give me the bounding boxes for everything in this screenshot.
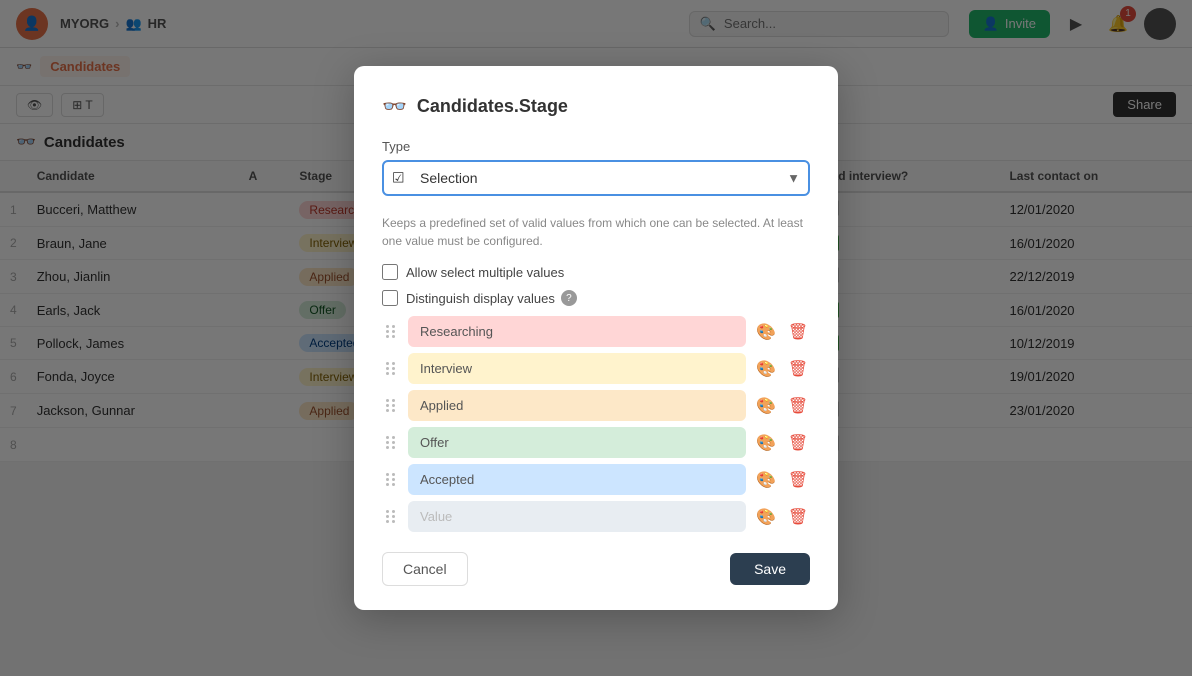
type-label: Type <box>382 139 810 154</box>
type-select-wrapper: ☑ Selection Text Number Date Checkbox ▼ <box>382 160 810 196</box>
drag-handle[interactable] <box>382 321 400 342</box>
modal-title-text: Candidates.Stage <box>417 96 568 117</box>
color-picker-button[interactable]: 🎨 <box>754 357 778 381</box>
values-list: 🎨 🗑 🎨 🗑 🎨 🗑 <box>382 316 810 532</box>
color-picker-button[interactable]: 🎨 <box>754 468 778 492</box>
color-picker-button[interactable]: 🎨 <box>754 431 778 455</box>
value-input-5[interactable] <box>408 501 746 532</box>
cancel-button[interactable]: Cancel <box>382 552 468 586</box>
drag-handle[interactable] <box>382 395 400 416</box>
color-picker-button[interactable]: 🎨 <box>754 394 778 418</box>
value-input-2[interactable] <box>408 390 746 421</box>
select-icon: ☑ <box>392 170 405 187</box>
modal-icon: 👓 <box>382 94 407 119</box>
value-input-3[interactable] <box>408 427 746 458</box>
drag-handle[interactable] <box>382 358 400 379</box>
delete-value-button[interactable]: 🗑 <box>786 505 810 529</box>
distinguish-label[interactable]: Distinguish display values ? <box>406 290 577 306</box>
value-row: 🎨 🗑 <box>382 464 810 495</box>
modal-overlay: 👓 Candidates.Stage Type ☑ Selection Text… <box>0 0 1192 676</box>
type-description: Keeps a predefined set of valid values f… <box>382 214 810 250</box>
value-input-4[interactable] <box>408 464 746 495</box>
allow-multiple-row: Allow select multiple values <box>382 264 810 280</box>
drag-handle[interactable] <box>382 469 400 490</box>
modal-dialog: 👓 Candidates.Stage Type ☑ Selection Text… <box>354 66 838 610</box>
save-button[interactable]: Save <box>730 553 810 585</box>
value-row: 🎨 🗑 <box>382 390 810 421</box>
value-row: 🎨 🗑 <box>382 353 810 384</box>
delete-value-button[interactable]: 🗑 <box>786 394 810 418</box>
modal-footer: Cancel Save <box>382 552 810 586</box>
distinguish-row: Distinguish display values ? <box>382 290 810 306</box>
drag-handle[interactable] <box>382 506 400 527</box>
delete-value-button[interactable]: 🗑 <box>786 357 810 381</box>
type-select[interactable]: Selection Text Number Date Checkbox <box>382 160 810 196</box>
type-field-group: Type ☑ Selection Text Number Date Checkb… <box>382 139 810 196</box>
help-icon[interactable]: ? <box>561 290 577 306</box>
modal-title-row: 👓 Candidates.Stage <box>382 94 810 119</box>
color-picker-button[interactable]: 🎨 <box>754 320 778 344</box>
delete-value-button[interactable]: 🗑 <box>786 320 810 344</box>
allow-multiple-checkbox[interactable] <box>382 264 398 280</box>
allow-multiple-label[interactable]: Allow select multiple values <box>406 265 564 280</box>
drag-handle[interactable] <box>382 432 400 453</box>
delete-value-button[interactable]: 🗑 <box>786 431 810 455</box>
distinguish-checkbox[interactable] <box>382 290 398 306</box>
value-row: 🎨 🗑 <box>382 427 810 458</box>
value-input-0[interactable] <box>408 316 746 347</box>
delete-value-button[interactable]: 🗑 <box>786 468 810 492</box>
value-input-1[interactable] <box>408 353 746 384</box>
value-row: 🎨 🗑 <box>382 316 810 347</box>
value-row: 🎨 🗑 <box>382 501 810 532</box>
color-picker-button[interactable]: 🎨 <box>754 505 778 529</box>
